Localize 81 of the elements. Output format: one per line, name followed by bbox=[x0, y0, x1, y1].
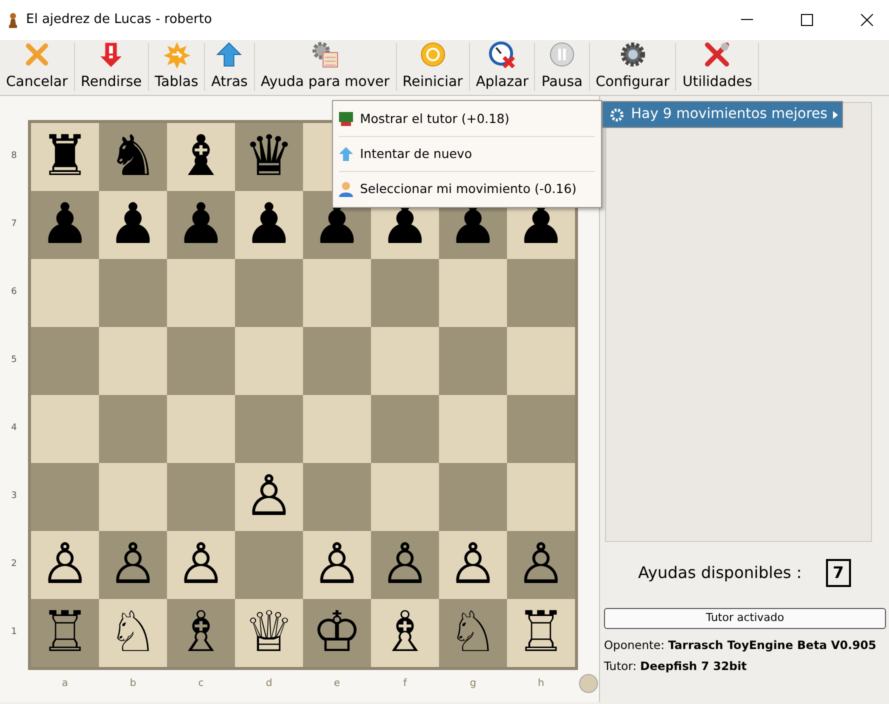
chess-piece[interactable]: ♟ bbox=[244, 197, 294, 253]
toolbar-button[interactable]: Aplazar bbox=[470, 39, 534, 95]
rank-label: 4 bbox=[10, 422, 18, 436]
chess-piece[interactable]: ♟ bbox=[40, 197, 90, 253]
chess-piece[interactable]: ♖ bbox=[516, 605, 566, 661]
chess-piece[interactable]: ♔ bbox=[312, 605, 362, 661]
chess-piece[interactable]: ♙ bbox=[244, 469, 294, 525]
chess-piece[interactable]: ♟ bbox=[176, 197, 226, 253]
board-square[interactable]: ♙ bbox=[439, 531, 507, 599]
board-square[interactable]: ♝ bbox=[167, 123, 235, 191]
file-label: d bbox=[264, 677, 274, 691]
board-square[interactable]: ♟ bbox=[99, 191, 167, 259]
hints-label: Ayudas disponibles : bbox=[638, 562, 802, 584]
chess-piece[interactable]: ♝ bbox=[176, 129, 226, 185]
file-label: f bbox=[402, 677, 408, 691]
chess-piece[interactable]: ♞ bbox=[108, 129, 158, 185]
board-square[interactable]: ♟ bbox=[167, 191, 235, 259]
board-square[interactable]: ♞ bbox=[99, 123, 167, 191]
chess-piece[interactable]: ♙ bbox=[516, 537, 566, 593]
toolbar-button[interactable]: Utilidades bbox=[676, 39, 758, 95]
board-square[interactable]: ♜ bbox=[31, 123, 99, 191]
chess-piece[interactable]: ♗ bbox=[176, 605, 226, 661]
toolbar-button[interactable]: Reiniciar bbox=[396, 39, 469, 95]
board-square[interactable]: ♗ bbox=[167, 599, 235, 667]
rank-label: 6 bbox=[10, 286, 18, 300]
window-title: El ajedrez de Lucas - roberto bbox=[26, 11, 212, 30]
toolbar-button[interactable]: Pausa bbox=[535, 39, 589, 95]
board-square[interactable]: ♟ bbox=[235, 191, 303, 259]
board-square[interactable]: ♛ bbox=[235, 123, 303, 191]
board-square[interactable]: ♘ bbox=[439, 599, 507, 667]
toolbar-button[interactable]: Rendirse bbox=[74, 39, 148, 95]
toolbar-button[interactable]: Cancelar bbox=[0, 39, 74, 95]
board-square[interactable]: ♘ bbox=[99, 599, 167, 667]
chess-piece[interactable]: ♙ bbox=[176, 537, 226, 593]
chess-piece[interactable]: ♙ bbox=[108, 537, 158, 593]
board-square[interactable]: ♙ bbox=[303, 531, 371, 599]
file-label: e bbox=[332, 677, 342, 691]
tutor-info: Tutor: Deepfish 7 32bit bbox=[603, 658, 748, 675]
submenu-item[interactable]: Hay 9 movimientos mejores bbox=[602, 101, 843, 128]
rank-label: 2 bbox=[10, 558, 18, 572]
board-square[interactable]: ♙ bbox=[167, 531, 235, 599]
board-square[interactable]: ♔ bbox=[303, 599, 371, 667]
file-label: a bbox=[60, 677, 70, 691]
chess-piece[interactable]: ♕ bbox=[244, 605, 294, 661]
rank-label: 5 bbox=[10, 354, 18, 368]
file-label: c bbox=[197, 677, 205, 691]
toolbar-button[interactable]: Ayuda para mover bbox=[254, 39, 396, 95]
toolbar-button[interactable]: Tablas bbox=[148, 39, 204, 95]
file-label: g bbox=[468, 677, 478, 691]
chess-piece[interactable]: ♙ bbox=[40, 537, 90, 593]
tutor-button[interactable]: Tutor activado bbox=[604, 608, 886, 629]
board-square[interactable]: ♟ bbox=[31, 191, 99, 259]
rank-label: 1 bbox=[10, 626, 18, 640]
board-square[interactable]: ♙ bbox=[99, 531, 167, 599]
board-square[interactable]: ♖ bbox=[507, 599, 575, 667]
board-square[interactable]: ♙ bbox=[235, 463, 303, 531]
chess-piece[interactable]: ♗ bbox=[380, 605, 430, 661]
board-square[interactable]: ♙ bbox=[31, 531, 99, 599]
board-square[interactable]: ♗ bbox=[371, 599, 439, 667]
rank-label: 3 bbox=[10, 490, 18, 504]
chess-piece[interactable]: ♛ bbox=[244, 129, 294, 185]
file-label: h bbox=[536, 677, 546, 691]
board-square[interactable]: ♙ bbox=[507, 531, 575, 599]
rank-label: 7 bbox=[10, 218, 18, 232]
chess-piece[interactable]: ♙ bbox=[448, 537, 498, 593]
board-square[interactable]: ♕ bbox=[235, 599, 303, 667]
hints-count: 7 bbox=[826, 559, 851, 587]
board-square[interactable]: ♖ bbox=[31, 599, 99, 667]
toolbar-button[interactable]: Atras bbox=[205, 39, 254, 95]
file-label: b bbox=[128, 677, 138, 691]
board-square[interactable]: ♙ bbox=[371, 531, 439, 599]
chess-piece[interactable]: ♟ bbox=[108, 197, 158, 253]
chess-piece[interactable]: ♜ bbox=[40, 129, 90, 185]
chess-piece[interactable]: ♘ bbox=[108, 605, 158, 661]
chess-piece[interactable]: ♙ bbox=[312, 537, 362, 593]
chess-piece[interactable]: ♙ bbox=[380, 537, 430, 593]
opponent-info: Oponente: Tarrasch ToyEngine Beta V0.905 bbox=[603, 636, 878, 654]
chess-piece[interactable]: ♘ bbox=[448, 605, 498, 661]
chess-piece[interactable]: ♖ bbox=[40, 605, 90, 661]
rank-label: 8 bbox=[10, 150, 18, 164]
toolbar-button[interactable]: Configurar bbox=[590, 39, 676, 95]
